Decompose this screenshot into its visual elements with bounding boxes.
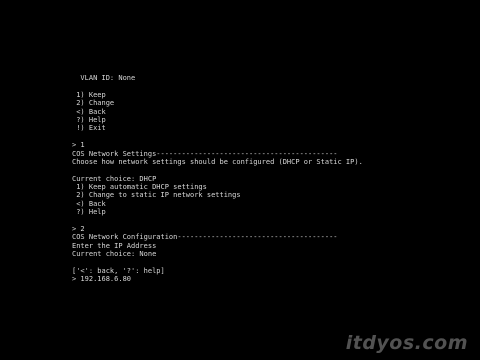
- user-input-line: > 1: [72, 141, 85, 150]
- console-line-vlan-id: VLAN ID: None: [72, 74, 136, 82]
- console-line-blank: [72, 82, 363, 90]
- current-choice-none: Current choice: None: [72, 250, 157, 259]
- console-output: VLAN ID: None 1) Keep 2) Change <) Back …: [72, 74, 363, 284]
- menu-option-change: 2) Change: [72, 99, 115, 108]
- user-input-line: > 2: [72, 225, 85, 234]
- current-choice-dhcp: Current choice: DHCP: [72, 174, 157, 183]
- section-header-network-configuration: COS Network Configuration---------------…: [72, 233, 338, 242]
- menu-option-back: <) Back: [72, 107, 106, 116]
- terminal-screen[interactable]: VLAN ID: None 1) Keep 2) Change <) Back …: [0, 0, 480, 360]
- navigation-hint: ['<': back, '?': help]: [72, 266, 165, 275]
- console-line-blank: [72, 166, 363, 174]
- menu-option-keep: 1) Keep: [72, 90, 106, 99]
- menu-option-help: ?) Help: [72, 115, 106, 124]
- menu-option-back: <) Back: [72, 199, 106, 208]
- watermark-logo: itdyos.com: [345, 332, 468, 354]
- command-prompt-input[interactable]: > 192.168.6.80: [72, 275, 363, 283]
- menu-option-help: ?) Help: [72, 208, 106, 217]
- console-line-blank: [72, 217, 363, 225]
- section-header-network-settings: COS Network Settings--------------------…: [72, 149, 338, 158]
- menu-option-exit: !) Exit: [72, 124, 106, 133]
- menu-option-keep-dhcp: 1) Keep automatic DHCP settings: [72, 183, 207, 192]
- ip-address-prompt: Enter the IP Address: [72, 241, 157, 250]
- section-description: Choose how network settings should be co…: [72, 157, 363, 166]
- console-line-blank: [72, 133, 363, 141]
- menu-option-static-ip: 2) Change to static IP network settings: [72, 191, 241, 200]
- console-line-blank: [72, 259, 363, 267]
